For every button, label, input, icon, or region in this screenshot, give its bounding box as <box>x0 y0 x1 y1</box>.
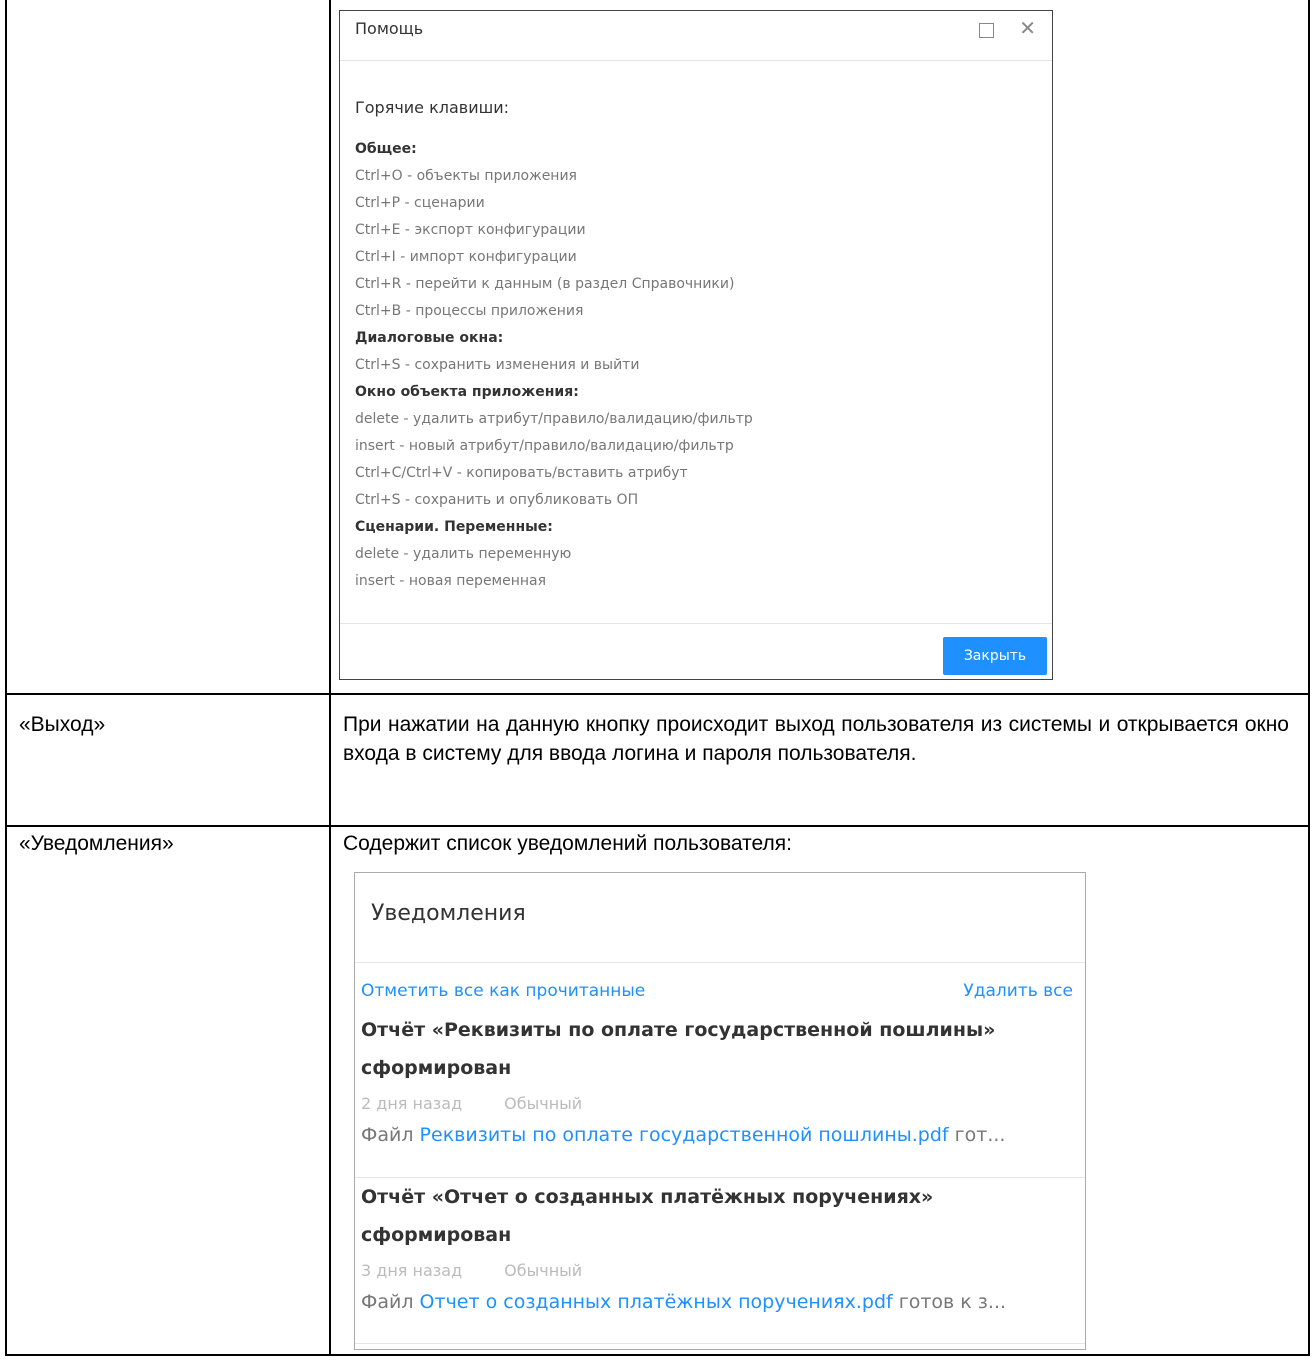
notification-time: 2 дня назад <box>361 1094 463 1113</box>
notification-priority: Обычный <box>504 1261 583 1280</box>
notification-divider <box>355 1343 1085 1344</box>
row-notifications-name: «Уведомления» <box>19 832 174 855</box>
hotkey-item: Ctrl+R - перейти к данным (в раздел Спра… <box>355 276 735 292</box>
file-suffix: готов к з... <box>898 1291 1007 1313</box>
hotkey-item: delete - удалить переменную <box>355 546 572 562</box>
row-notifications-description: Содержит список уведомлений пользователя… <box>343 832 792 855</box>
notifications-header-divider <box>355 962 1085 963</box>
file-link[interactable]: Реквизиты по оплате государственной пошл… <box>420 1124 949 1146</box>
hotkeys-heading: Горячие клавиши: <box>355 98 510 117</box>
hotkey-section-heading: Окно объекта приложения: <box>355 384 579 400</box>
notification-meta: 3 дня назад Обычный <box>361 1260 1073 1282</box>
hotkey-item: Ctrl+E - экспорт конфигурации <box>355 222 586 238</box>
hotkey-item: Ctrl+S - сохранить и опубликовать ОП <box>355 492 639 508</box>
hotkey-item: delete - удалить атрибут/правило/валидац… <box>355 411 753 427</box>
notification-title: Отчёт «Отчет о созданных платёжных поруч… <box>361 1186 934 1246</box>
file-prefix: Файл <box>361 1291 414 1313</box>
dialog-header-divider <box>340 60 1052 61</box>
notification-priority: Обычный <box>504 1094 583 1113</box>
hotkey-item: Ctrl+O - объекты приложения <box>355 168 577 184</box>
hotkey-section-heading: Общее: <box>355 141 417 157</box>
notifications-title: Уведомления <box>371 901 526 926</box>
maximize-icon[interactable] <box>979 23 994 38</box>
delete-all-link[interactable]: Удалить все <box>963 981 1073 1001</box>
notifications-panel: Уведомления Отметить все как прочитанные… <box>354 872 1086 1350</box>
row-divider <box>7 825 1308 827</box>
hotkey-section-heading: Диалоговые окна: <box>355 330 504 346</box>
notification-title: Отчёт «Реквизиты по оплате государственн… <box>361 1019 996 1079</box>
notification-item[interactable]: Отчёт «Отчет о созданных платёжных поруч… <box>361 1178 1073 1314</box>
close-button[interactable]: Закрыть <box>943 637 1047 675</box>
file-prefix: Файл <box>361 1124 414 1146</box>
hotkey-item: Ctrl+P - сценарии <box>355 195 485 211</box>
mark-all-read-link[interactable]: Отметить все как прочитанные <box>361 981 645 1001</box>
hotkey-item: Ctrl+S - сохранить изменения и выйти <box>355 357 640 373</box>
dialog-footer-divider <box>340 623 1052 624</box>
notification-meta: 2 дня назад Обычный <box>361 1093 1073 1115</box>
notification-time: 3 дня назад <box>361 1261 463 1280</box>
hotkey-item: Ctrl+I - импорт конфигурации <box>355 249 577 265</box>
hotkey-item: insert - новая переменная <box>355 573 547 589</box>
hotkeys-list: Общее: Ctrl+O - объекты приложения Ctrl+P … <box>355 136 753 595</box>
row-exit-name: «Выход» <box>19 713 106 736</box>
row-exit-description: При нажатии на данную кнопку происходит … <box>343 713 1289 765</box>
notification-item[interactable]: Отчёт «Реквизиты по оплате государственн… <box>361 1011 1073 1147</box>
dialog-title: Помощь <box>355 19 424 38</box>
hotkey-section-heading: Сценарии. Переменные: <box>355 519 553 535</box>
file-suffix: гот... <box>954 1124 1006 1146</box>
file-link[interactable]: Отчет о созданных платёжных поручениях.p… <box>420 1291 893 1313</box>
notification-file-line: Файл Реквизиты по оплате государственной… <box>361 1123 1073 1147</box>
hotkey-item: Ctrl+C/Ctrl+V - копировать/вставить атри… <box>355 465 688 481</box>
hotkey-item: Ctrl+B - процессы приложения <box>355 303 584 319</box>
close-icon[interactable]: ✕ <box>1019 16 1036 40</box>
row-divider <box>7 693 1308 695</box>
hotkey-item: insert - новый атрибут/правило/валидацию… <box>355 438 734 454</box>
help-dialog: Помощь ✕ Горячие клавиши: Общее: Ctrl+O -… <box>339 10 1053 680</box>
notification-file-line: Файл Отчет о созданных платёжных поручен… <box>361 1290 1073 1314</box>
column-divider <box>329 0 331 1354</box>
